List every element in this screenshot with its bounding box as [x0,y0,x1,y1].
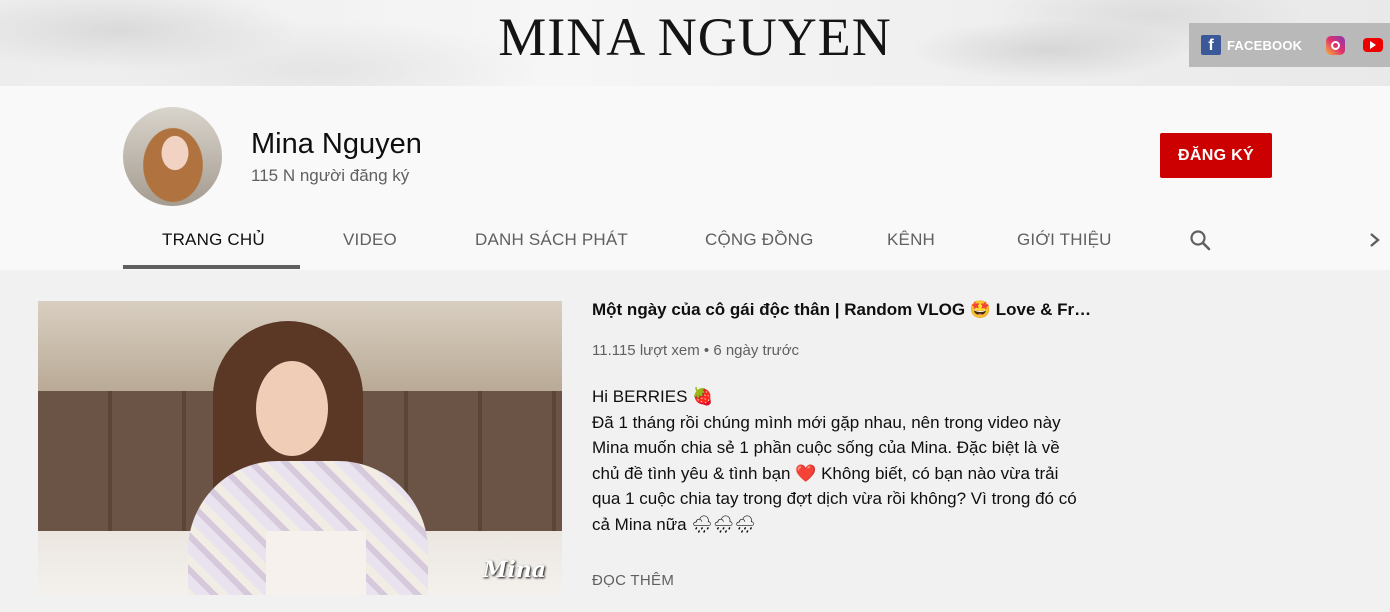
tab-home[interactable]: TRANG CHỦ [162,210,265,270]
description-fade [592,556,1092,570]
social-links-bar: f FACEBOOK [1189,23,1390,67]
banner-title: MINA NGUYEN [498,7,892,67]
active-tab-indicator [123,265,300,269]
youtube-icon[interactable] [1363,38,1384,52]
search-icon[interactable] [1188,228,1212,252]
upload-age: 6 ngày trước [713,342,800,359]
description-line: qua 1 cuộc chia tay trong đợt dịch vừa r… [592,489,1077,509]
channel-name: Mina Nguyen [251,128,422,160]
subscribe-button[interactable]: ĐĂNG KÝ [1160,133,1272,178]
chevron-right-icon[interactable] [1366,230,1384,250]
video-description: Hi BERRIES 🍓 Đã 1 tháng rồi chúng mình m… [592,384,1092,538]
tab-community[interactable]: CỘNG ĐỒNG [705,210,814,270]
description-line: cả Mina nữa 🌧🌧🌧 [592,514,757,534]
thumbnail-watermark: Mina [483,557,546,583]
channel-tabs: TRANG CHỦ VIDEO DANH SÁCH PHÁT CỘNG ĐỒNG… [0,210,1390,270]
video-metadata: 11.115 lượt xem • 6 ngày trước [592,342,799,359]
featured-video-title[interactable]: Một ngày của cô gái độc thân | Random VL… [592,300,1092,320]
description-line: Đã 1 tháng rồi chúng mình mới gặp nhau, … [592,412,1061,432]
subscriber-count: 115 N người đăng ký [251,166,410,185]
meta-separator: • [703,342,710,359]
featured-video-thumbnail[interactable]: Mina [38,301,562,595]
description-line: Mina muốn chia sẻ 1 phần cuộc sống của M… [592,438,1060,458]
channel-banner: MINA NGUYEN f FACEBOOK [0,0,1390,86]
instagram-icon[interactable] [1326,35,1346,55]
description-line: Hi BERRIES 🍓 [592,387,714,406]
view-count: 11.115 lượt xem [592,342,700,359]
read-more-button[interactable]: ĐỌC THÊM [592,572,674,589]
tab-playlists[interactable]: DANH SÁCH PHÁT [475,210,628,270]
channel-avatar [123,107,222,206]
tab-videos[interactable]: VIDEO [343,210,397,270]
facebook-icon[interactable]: f [1201,35,1221,55]
facebook-link[interactable]: FACEBOOK [1227,38,1302,53]
description-line: chủ đề tình yêu & tình bạn ❤️ Không biết… [592,463,1059,483]
tab-about[interactable]: GIỚI THIỆU [1017,210,1112,270]
tab-channels[interactable]: KÊNH [887,210,935,270]
